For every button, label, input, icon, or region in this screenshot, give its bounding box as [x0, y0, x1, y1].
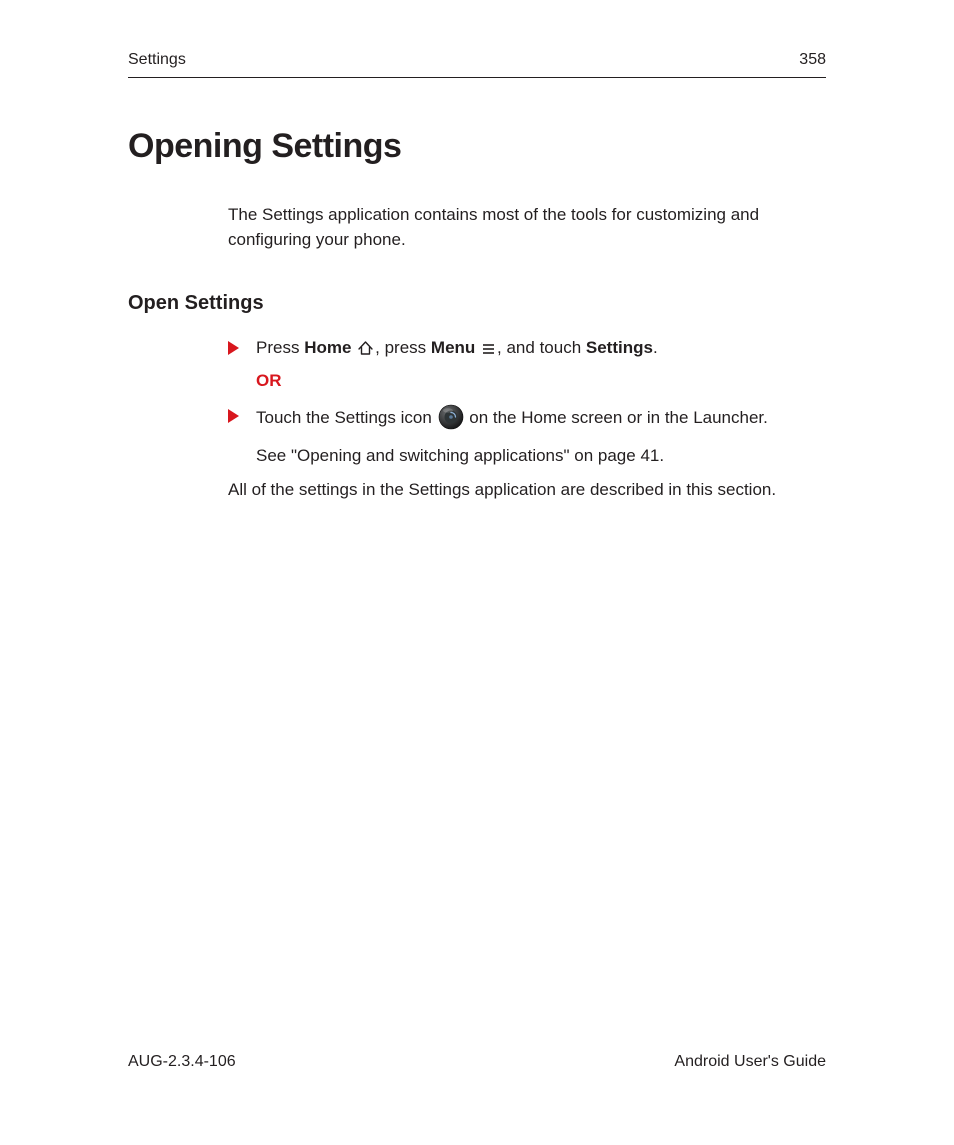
step-1: Press Home , press Menu , and touch Sett… — [228, 336, 826, 394]
menu-label: Menu — [431, 338, 475, 357]
steps-block: Press Home , press Menu , and touch Sett… — [228, 336, 826, 469]
text: on the Home screen or in the Launcher. — [465, 408, 768, 427]
menu-icon — [481, 339, 496, 364]
page-header: Settings 358 — [128, 48, 826, 78]
text: Press — [256, 338, 304, 357]
header-section: Settings — [128, 48, 186, 71]
header-page-number: 358 — [799, 48, 826, 71]
step-2: Touch the Settings icon on the Home scre… — [228, 404, 826, 468]
closing-paragraph: All of the settings in the Settings appl… — [228, 478, 826, 503]
or-label: OR — [256, 369, 826, 394]
footer-doc-title: Android User's Guide — [674, 1050, 826, 1073]
text: , and touch — [497, 338, 586, 357]
text: . — [653, 338, 658, 357]
step-2-line-2: See "Opening and switching applications"… — [256, 444, 826, 469]
triangle-bullet-icon — [228, 341, 239, 355]
settings-label: Settings — [586, 338, 653, 357]
footer-doc-id: AUG-2.3.4-106 — [128, 1050, 236, 1073]
settings-app-icon — [438, 404, 464, 438]
page-title: Opening Settings — [128, 122, 826, 171]
sub-heading: Open Settings — [128, 289, 826, 318]
text: Touch the Settings icon — [256, 408, 437, 427]
home-icon — [357, 339, 374, 364]
intro-paragraph: The Settings application contains most o… — [228, 203, 826, 252]
step-2-line-1: Touch the Settings icon on the Home scre… — [256, 404, 826, 438]
text: , press — [375, 338, 431, 357]
triangle-bullet-icon — [228, 409, 239, 423]
step-1-line: Press Home , press Menu , and touch Sett… — [256, 336, 826, 364]
page-footer: AUG-2.3.4-106 Android User's Guide — [128, 1050, 826, 1073]
home-label: Home — [304, 338, 351, 357]
